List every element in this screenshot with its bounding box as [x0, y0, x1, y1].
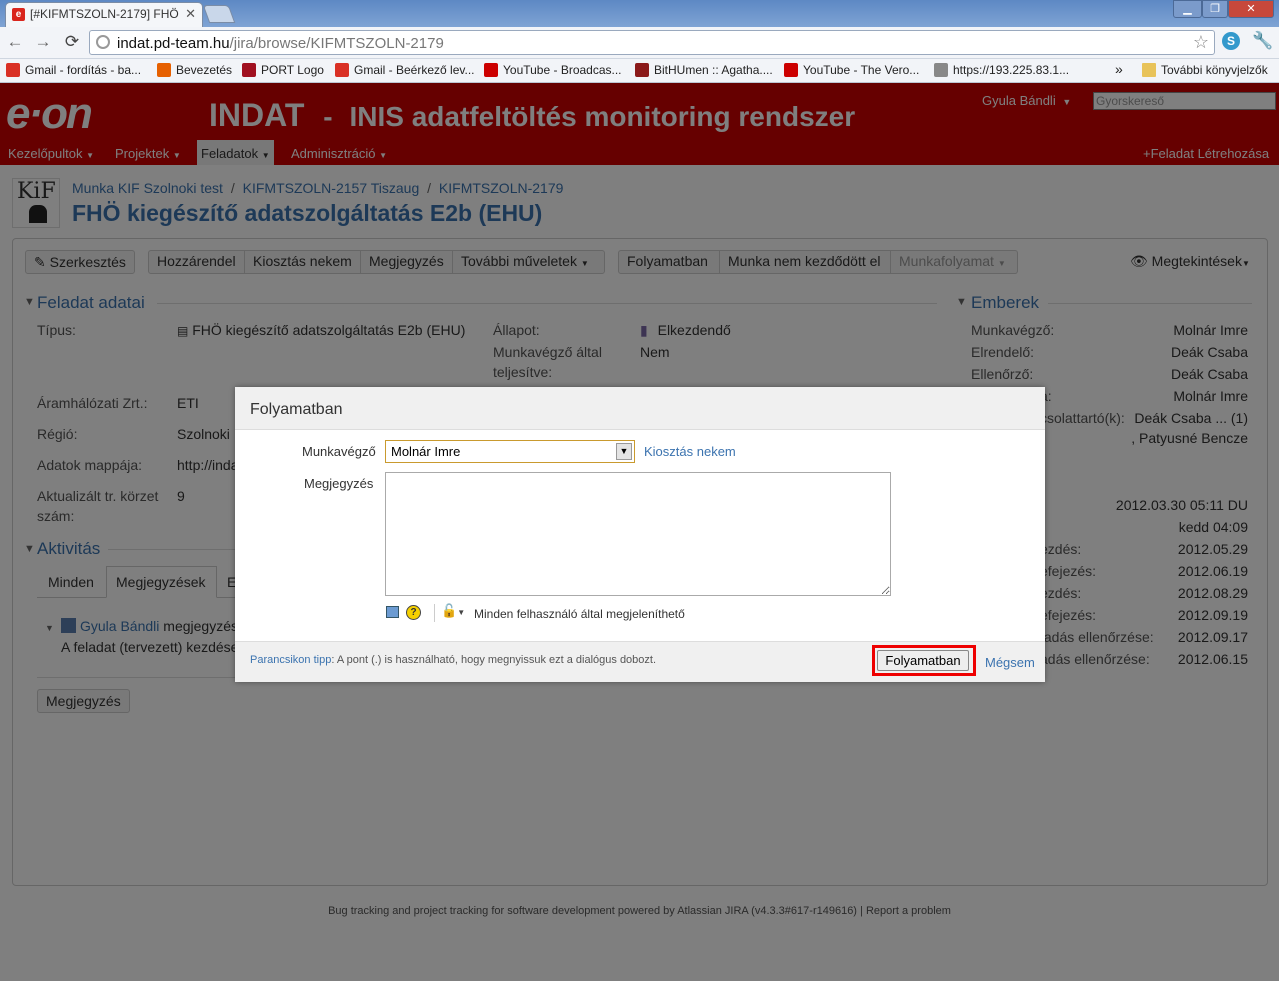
browser-toolbar: ← → ⟳ indat.pd-team.hu/jira/browse/KIFMT…: [0, 27, 1279, 59]
bookmarks-overflow-icon[interactable]: »: [1115, 61, 1123, 77]
bookmark-item[interactable]: YouTube - The Vero...: [784, 63, 919, 77]
bookmark-star-icon[interactable]: ☆: [1193, 32, 1209, 53]
assign-to-me-link[interactable]: Kiosztás nekem: [644, 444, 736, 459]
port-icon: [242, 63, 256, 77]
in-progress-submit-button[interactable]: Folyamatban: [872, 645, 976, 676]
back-icon[interactable]: ←: [5, 32, 25, 52]
bookmark-item[interactable]: Gmail - fordítás - ba...: [6, 63, 141, 77]
bookmark-item[interactable]: Gmail - Beérkező lev...: [335, 63, 474, 77]
bookmarks-bar: Gmail - fordítás - ba... Bevezetés PORT Lo…: [0, 59, 1279, 83]
reload-icon[interactable]: ⟳: [62, 32, 82, 52]
comment-visibility-text: Minden felhasználó által megjeleníthető: [474, 607, 685, 621]
bookmark-label: https://193.225.83.1...: [953, 63, 1070, 77]
gmail-icon: [335, 63, 349, 77]
assignee-label: Munkavégző: [302, 444, 376, 459]
cancel-link[interactable]: Mégsem: [985, 655, 1035, 670]
gmail-icon: [6, 63, 20, 77]
bookmark-label: YouTube - Broadcas...: [503, 63, 622, 77]
divider: [434, 604, 435, 622]
url-path: /jira/browse/KIFMTSZOLN-2179: [229, 35, 444, 52]
help-icon[interactable]: ?: [406, 605, 421, 620]
bookmark-item[interactable]: BitHUmen :: Agatha....: [635, 63, 773, 77]
folder-icon: [1142, 63, 1156, 77]
browser-tab-title: [#KIFMTSZOLN-2179] FHÖ: [30, 7, 179, 21]
browser-tab[interactable]: e [#KIFMTSZOLN-2179] FHÖ ✕: [5, 2, 203, 27]
bookmark-item[interactable]: https://193.225.83.1...: [934, 63, 1069, 77]
dialog-title: Folyamatban: [235, 387, 1045, 430]
transition-dialog: Folyamatban Munkavégző Molnár Imre ▼ Kio…: [235, 387, 1045, 682]
bookmark-label: YouTube - The Vero...: [803, 63, 920, 77]
bookmark-label: Gmail - Beérkező lev...: [354, 63, 475, 77]
globe-icon: [934, 63, 948, 77]
shortcut-tip-link[interactable]: Parancsikon tipp: [250, 654, 331, 666]
close-tab-icon[interactable]: ✕: [185, 6, 196, 22]
bithumen-icon: [635, 63, 649, 77]
comment-label: Megjegyzés: [304, 476, 374, 491]
close-window-button[interactable]: ✕: [1228, 0, 1274, 18]
forward-icon[interactable]: →: [33, 32, 53, 52]
bookmark-label: BitHUmen :: Agatha....: [654, 63, 773, 77]
youtube-icon: [784, 63, 798, 77]
bookmark-item[interactable]: Bevezetés: [157, 63, 232, 77]
new-tab-button[interactable]: [202, 5, 236, 23]
eon-favicon-icon: e: [12, 8, 25, 21]
skype-extension-icon[interactable]: S: [1222, 32, 1240, 50]
bookmark-item[interactable]: PORT Logo: [242, 63, 324, 77]
other-bookmarks-label: További könyvjelzők: [1161, 63, 1268, 77]
bookmark-item[interactable]: YouTube - Broadcas...: [484, 63, 622, 77]
page-info-icon[interactable]: [96, 35, 110, 49]
firefox-icon: [157, 63, 171, 77]
wiki-preview-icon[interactable]: [386, 606, 399, 618]
minimize-window-button[interactable]: ▁: [1173, 0, 1202, 18]
bookmark-label: Gmail - fordítás - ba...: [25, 63, 142, 77]
other-bookmarks-folder[interactable]: További könyvjelzők: [1142, 63, 1268, 77]
dropdown-arrow-icon[interactable]: ▼: [616, 443, 632, 460]
assignee-select-value: Molnár Imre: [391, 444, 461, 459]
comment-textarea[interactable]: [385, 472, 891, 596]
address-bar[interactable]: indat.pd-team.hu/jira/browse/KIFMTSZOLN-…: [89, 30, 1215, 55]
security-lock-icon[interactable]: 🔓▼: [441, 603, 465, 619]
youtube-icon: [484, 63, 498, 77]
bookmark-label: PORT Logo: [261, 63, 324, 77]
wrench-menu-icon[interactable]: 🔧: [1252, 31, 1273, 51]
browser-tab-strip: e [#KIFMTSZOLN-2179] FHÖ ✕ ▁ ❐ ✕: [0, 0, 1279, 27]
maximize-window-button[interactable]: ❐: [1202, 0, 1228, 18]
assignee-select[interactable]: Molnár Imre ▼: [385, 440, 635, 463]
bookmark-label: Bevezetés: [176, 63, 233, 77]
url-host: indat.pd-team.hu: [117, 35, 230, 52]
shortcut-tip: Parancsikon tipp: A pont (.) is használh…: [250, 654, 657, 666]
